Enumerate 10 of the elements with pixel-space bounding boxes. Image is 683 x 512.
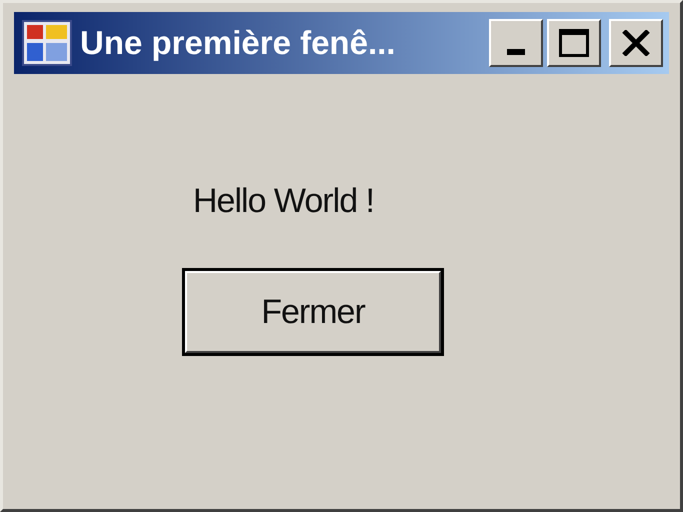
maximize-icon bbox=[559, 29, 589, 57]
minimize-button[interactable] bbox=[489, 19, 543, 67]
window-title: Une première fenê... bbox=[80, 24, 396, 62]
minimize-icon bbox=[507, 49, 525, 55]
close-button[interactable] bbox=[609, 19, 663, 67]
application-icon bbox=[22, 20, 72, 66]
hello-label: Hello World ! bbox=[193, 182, 374, 221]
close-window-button[interactable]: Fermer bbox=[185, 271, 441, 353]
maximize-button[interactable] bbox=[547, 19, 601, 67]
close-icon bbox=[622, 30, 650, 56]
